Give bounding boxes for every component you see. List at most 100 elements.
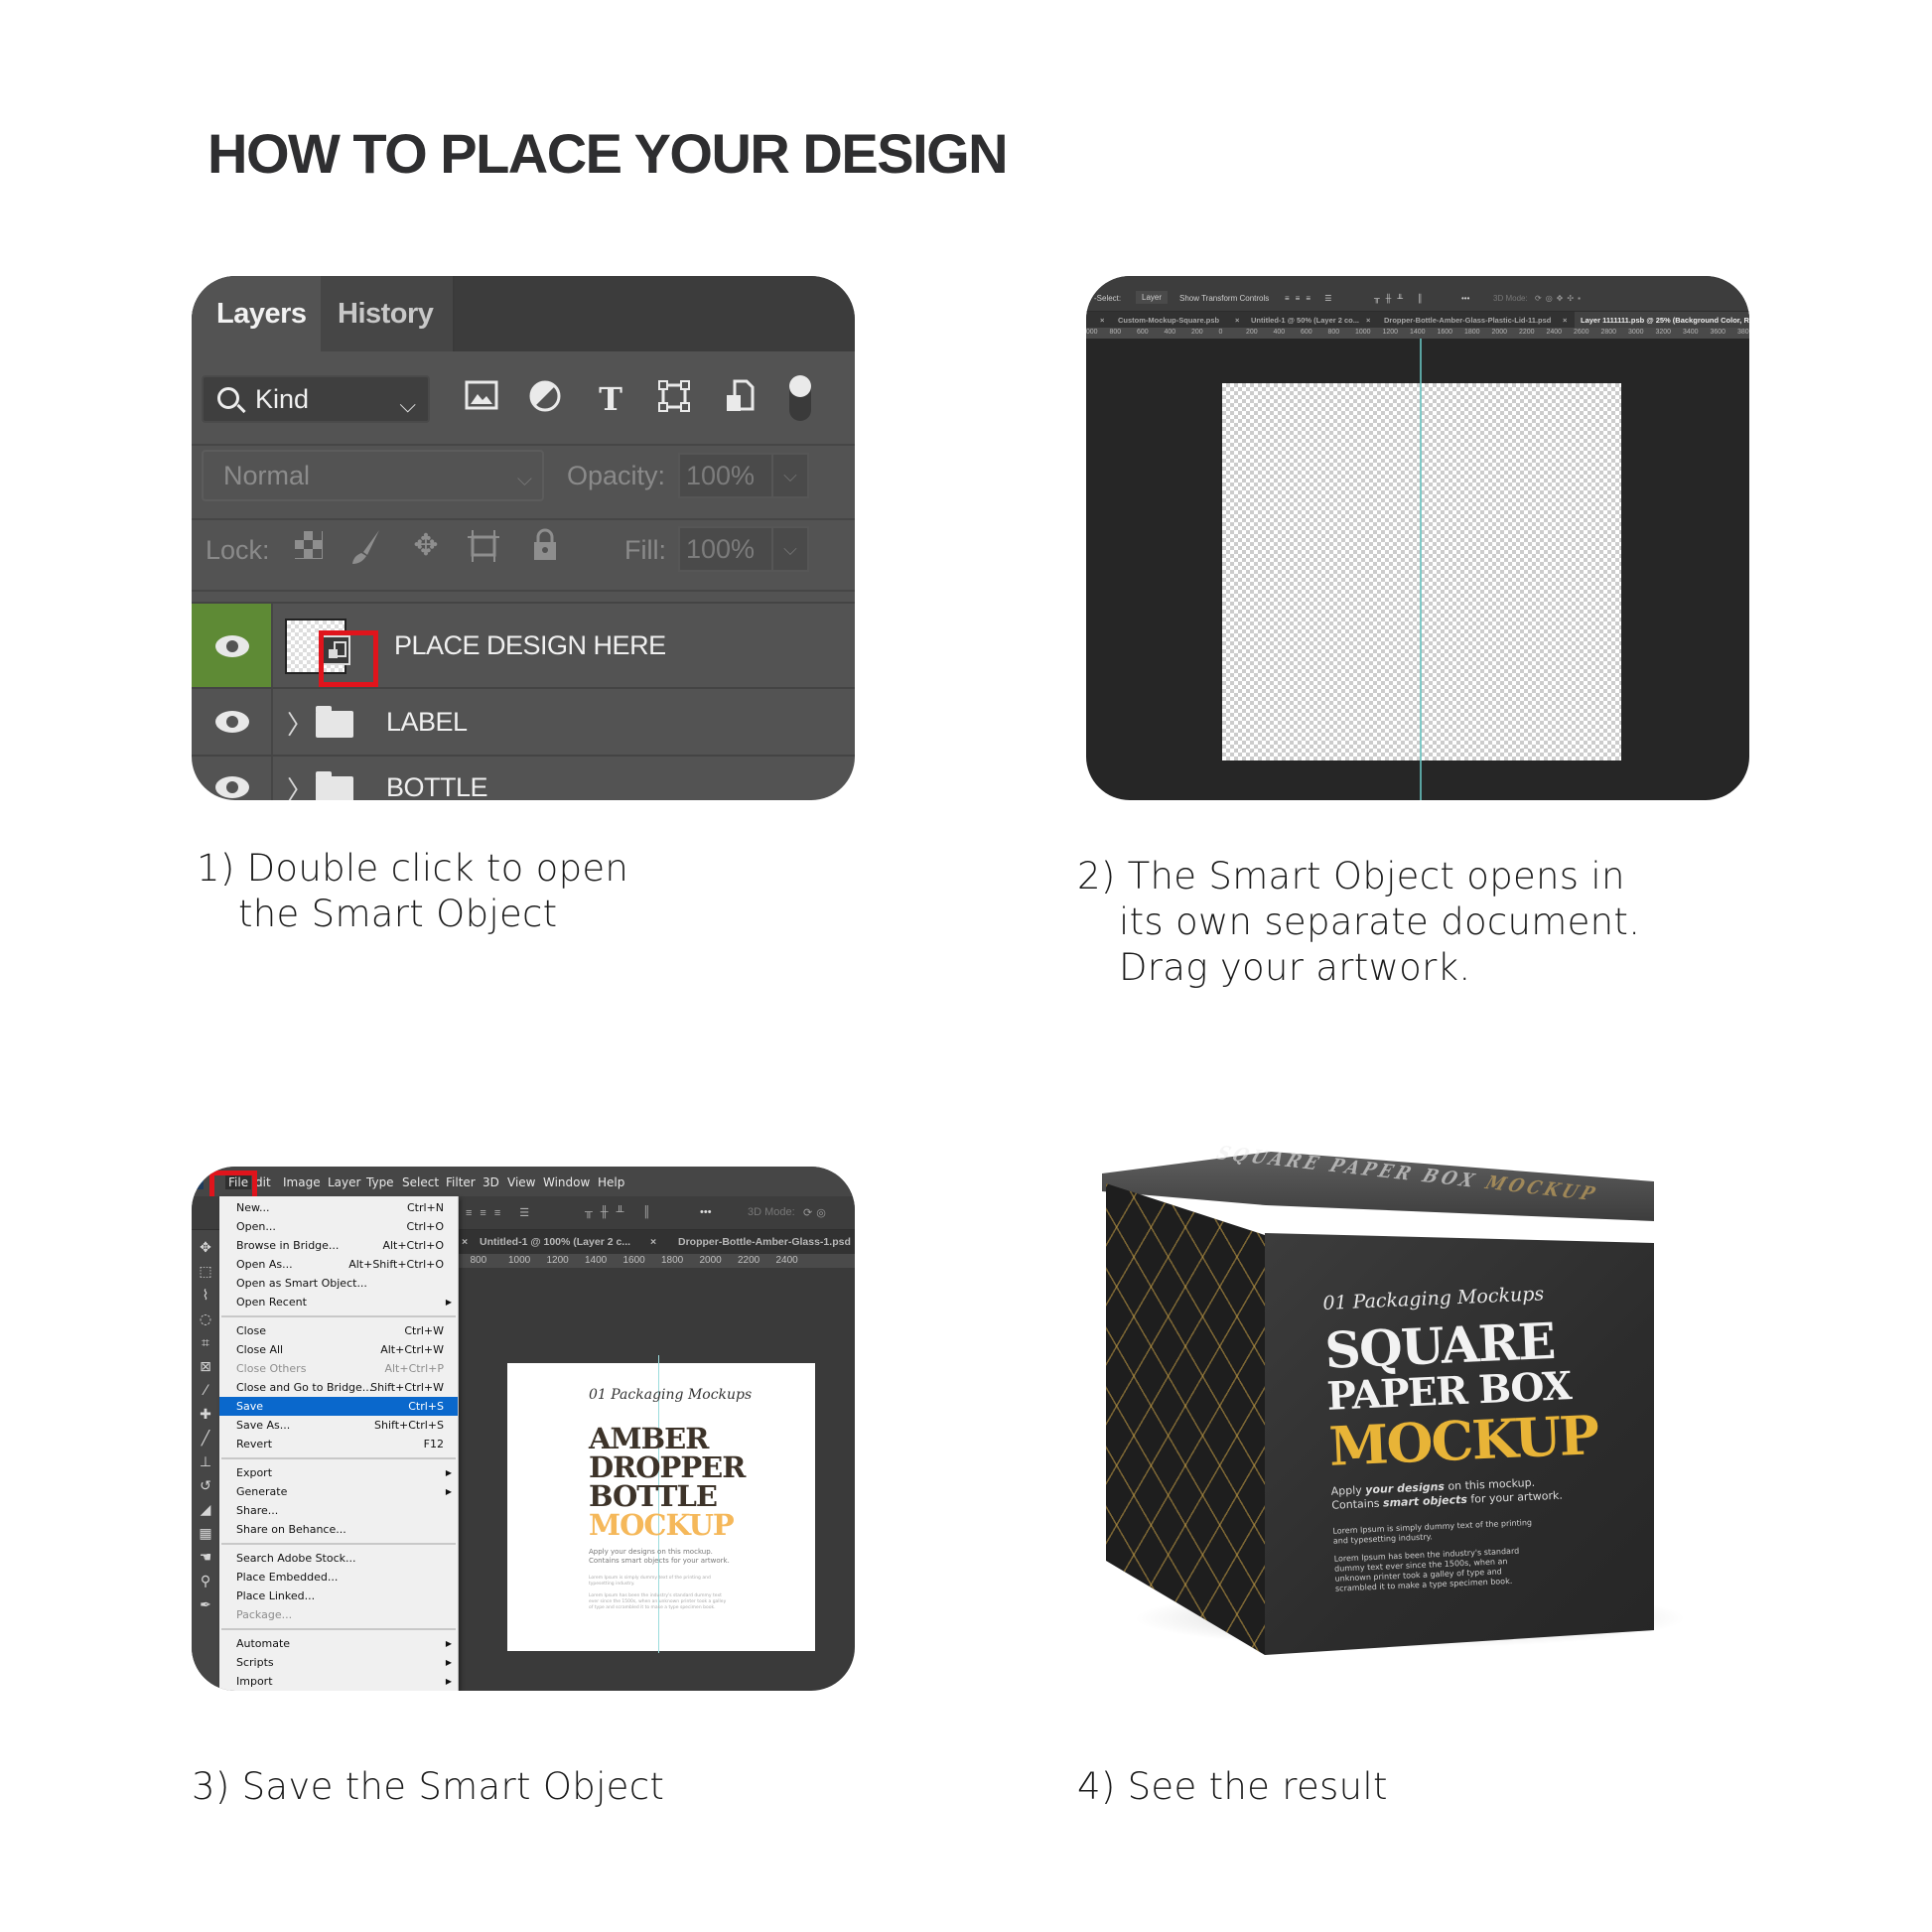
align-icons[interactable]: ≡≡≡ ☰ <box>466 1206 537 1219</box>
eyedropper-tool-icon[interactable]: ⁄ <box>196 1381 215 1401</box>
distribute-icons[interactable]: ╥╫╨ ║ <box>1374 294 1429 303</box>
menu-item-save[interactable]: Save Ctrl+S <box>219 1397 458 1416</box>
filter-toggle-switch[interactable] <box>789 375 811 421</box>
chevron-down-icon[interactable]: ⌵ <box>771 528 807 570</box>
chevron-right-icon[interactable]: 〉 <box>287 770 313 800</box>
tab-close-icon[interactable]: × <box>462 1236 468 1248</box>
lock-position-icon[interactable]: ✥ <box>408 528 444 564</box>
quick-selection-tool-icon[interactable]: ◌ <box>196 1310 215 1329</box>
menu-item-share-on-behance[interactable]: Share on Behance... <box>219 1520 458 1539</box>
more-options-button[interactable]: ••• <box>700 1206 712 1218</box>
menu-item-close-and-go-to-bridge[interactable]: Close and Go to Bridge... Shift+Ctrl+W <box>219 1378 458 1397</box>
visibility-toggle[interactable] <box>192 757 273 800</box>
pen-tool-icon[interactable]: ✒ <box>196 1595 215 1615</box>
menu-item-open-recent[interactable]: Open Recent ▶ <box>219 1293 458 1311</box>
tab-close-icon[interactable]: × <box>1366 316 1370 325</box>
design-preview-canvas[interactable]: 01 Packaging Mockups AMBER DROPPER BOTTL… <box>507 1355 815 1653</box>
smart-object-filter-icon[interactable] <box>720 379 759 419</box>
layer-row-label[interactable]: 〉 LABEL <box>192 687 855 755</box>
menu-3d[interactable]: 3D <box>483 1175 499 1189</box>
healing-brush-tool-icon[interactable]: ✚ <box>196 1405 215 1425</box>
visibility-toggle[interactable] <box>192 689 273 755</box>
clone-stamp-tool-icon[interactable]: ⊥ <box>196 1452 215 1472</box>
3d-mode-icons[interactable]: ⟳◎ <box>803 1206 830 1219</box>
opacity-field[interactable]: 100% ⌵ <box>678 453 809 498</box>
tab-close-icon[interactable]: × <box>1235 316 1239 325</box>
lasso-tool-icon[interactable]: ⌇ <box>196 1286 215 1306</box>
menu-item-save-as[interactable]: Save As... Shift+Ctrl+S <box>219 1416 458 1435</box>
chevron-right-icon[interactable]: 〉 <box>287 705 313 742</box>
menu-item-automate[interactable]: Automate ▶ <box>219 1634 458 1653</box>
brush-tool-icon[interactable]: ╱ <box>196 1429 215 1449</box>
tab-close-icon[interactable]: × <box>1563 316 1567 325</box>
menu-image[interactable]: Image <box>283 1175 321 1189</box>
menu-item-search-adobe-stock[interactable]: Search Adobe Stock... <box>219 1549 458 1568</box>
lock-all-icon[interactable] <box>527 528 563 564</box>
menu-edit[interactable]: dit <box>255 1175 271 1189</box>
chevron-down-icon[interactable]: ⌵ <box>771 455 807 496</box>
menu-help[interactable]: Help <box>598 1175 624 1189</box>
doc-tab[interactable]: Dropper-Bottle-Amber-Glass-1.psd <box>678 1236 851 1248</box>
3d-mode-icons[interactable]: ⟳◎✥✣▪ <box>1535 294 1585 303</box>
menu-item-export[interactable]: Export ▶ <box>219 1463 458 1482</box>
menu-item-generate[interactable]: Generate ▶ <box>219 1482 458 1501</box>
doc-tab[interactable]: Untitled-1 @ 100% (Layer 2 c... <box>480 1236 630 1248</box>
align-icons[interactable]: ≡≡≡ ☰ <box>1285 294 1337 303</box>
menu-item-place-embedded[interactable]: Place Embedded... <box>219 1568 458 1587</box>
dodge-tool-icon[interactable]: ⚲ <box>196 1572 215 1591</box>
menu-layer[interactable]: Layer <box>328 1175 360 1189</box>
menu-item-browse-in-bridge[interactable]: Browse in Bridge... Alt+Ctrl+O <box>219 1236 458 1255</box>
menu-item-share[interactable]: Share... <box>219 1501 458 1520</box>
menu-select[interactable]: Select <box>402 1175 439 1189</box>
menu-item-open[interactable]: Open... Ctrl+O <box>219 1217 458 1236</box>
tab-layers[interactable]: Layers <box>192 276 321 351</box>
menu-item-import[interactable]: Import ▶ <box>219 1672 458 1691</box>
lock-image-pixels-icon[interactable] <box>348 528 384 564</box>
menu-item-new[interactable]: New... Ctrl+N <box>219 1198 458 1217</box>
layer-row-place-design-here[interactable]: PLACE DESIGN HERE <box>192 602 855 687</box>
doc-tab-active[interactable]: Layer 1111111.psb @ 25% (Background Colo… <box>1575 312 1749 328</box>
tab-close-icon[interactable]: × <box>650 1236 656 1248</box>
doc-tab[interactable]: Untitled-1 @ 50% (Layer 2 co... <box>1251 316 1359 325</box>
lock-artboard-icon[interactable] <box>466 528 501 564</box>
more-options-button[interactable]: ••• <box>1461 294 1469 303</box>
image-filter-icon[interactable] <box>462 379 501 419</box>
menu-item-scripts[interactable]: Scripts ▶ <box>219 1653 458 1672</box>
move-tool-icon[interactable]: ✥ <box>196 1238 215 1258</box>
blend-mode-dropdown[interactable]: Normal ⌵ <box>202 450 544 501</box>
tab-history[interactable]: History <box>321 276 455 351</box>
tab-close-icon[interactable]: × <box>1100 316 1104 325</box>
layer-row-bottle[interactable]: 〉 BOTTLE <box>192 755 855 800</box>
transparent-canvas[interactable] <box>1222 383 1621 760</box>
menu-item-package[interactable]: Package... <box>219 1605 458 1624</box>
menu-item-close-others[interactable]: Close Others Alt+Ctrl+P <box>219 1359 458 1378</box>
show-transform-checkbox[interactable]: Show Transform Controls <box>1179 294 1269 303</box>
gradient-tool-icon[interactable]: ▦ <box>196 1524 215 1544</box>
history-brush-tool-icon[interactable]: ↺ <box>196 1476 215 1496</box>
doc-tab[interactable]: Custom-Mockup-Square.psb <box>1118 316 1219 325</box>
shape-filter-icon[interactable] <box>654 379 694 419</box>
smudge-tool-icon[interactable]: ☚ <box>196 1548 215 1568</box>
type-filter-icon[interactable]: T <box>591 379 630 419</box>
menu-type[interactable]: Type <box>366 1175 394 1189</box>
menu-view[interactable]: View <box>507 1175 535 1189</box>
frame-tool-icon[interactable]: ⊠ <box>196 1357 215 1377</box>
menu-item-close[interactable]: Close Ctrl+W <box>219 1321 458 1340</box>
auto-select-dropdown[interactable]: Layer <box>1136 291 1169 304</box>
menu-item-open-as[interactable]: Open As... Alt+Shift+Ctrl+O <box>219 1255 458 1274</box>
lock-transparent-pixels-icon[interactable] <box>291 530 327 566</box>
guide-line[interactable] <box>1420 339 1422 800</box>
menu-item-close-all[interactable]: Close All Alt+Ctrl+W <box>219 1340 458 1359</box>
menu-item-revert[interactable]: Revert F12 <box>219 1435 458 1453</box>
menu-item-open-as-smart-object[interactable]: Open as Smart Object... <box>219 1274 458 1293</box>
visibility-toggle[interactable] <box>192 604 273 687</box>
crop-tool-icon[interactable]: ⌗ <box>196 1333 215 1353</box>
menu-filter[interactable]: Filter <box>446 1175 476 1189</box>
menu-window[interactable]: Window <box>543 1175 590 1189</box>
distribute-icons[interactable]: ╥╫╨ ║ <box>585 1206 658 1218</box>
eraser-tool-icon[interactable]: ◢ <box>196 1500 215 1520</box>
menu-item-place-linked[interactable]: Place Linked... <box>219 1587 458 1605</box>
adjustment-filter-icon[interactable] <box>525 379 565 419</box>
kind-filter-dropdown[interactable]: Kind ⌵ <box>202 375 430 423</box>
doc-tab[interactable]: Dropper-Bottle-Amber-Glass-Plastic-Lid-1… <box>1384 316 1551 325</box>
